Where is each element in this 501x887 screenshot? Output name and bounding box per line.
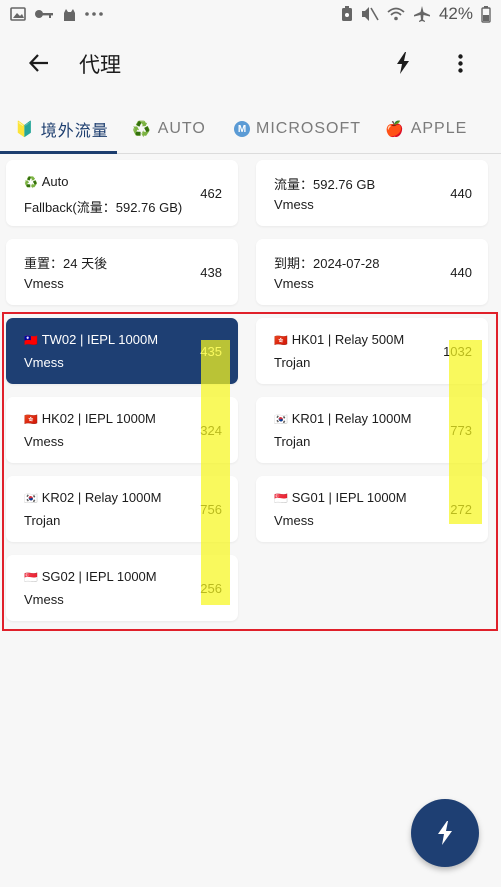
bolt-icon (397, 52, 409, 74)
proxy-name: 重置：24 天後 (24, 256, 108, 271)
microsoft-m-icon: M (234, 121, 250, 137)
speed-test-fab[interactable] (411, 799, 479, 867)
app-bar: 代理 (0, 28, 501, 96)
back-button[interactable] (24, 48, 54, 78)
tab-label: 境外流量 (40, 123, 109, 140)
status-left (10, 7, 103, 22)
proxy-name: ♻️ Auto (24, 174, 69, 189)
proxy-card-auto[interactable]: ♻️ Auto Fallback(流量：592.76 GB) 462 (6, 160, 238, 226)
tab-auto[interactable]: ♻️ AUTO (132, 104, 206, 154)
apple-icon: 🍎 (385, 121, 405, 138)
group-tabs: 🔰 境外流量 ♻️ AUTO M MICROSOFT 🍎 APPLE (0, 104, 501, 154)
beginner-icon: 🔰 (15, 121, 35, 138)
key-icon (34, 8, 54, 20)
page-title: 代理 (79, 54, 121, 77)
tab-apple[interactable]: 🍎 APPLE (385, 104, 467, 154)
proxy-type: Fallback(流量：592.76 GB) (24, 200, 183, 215)
proxy-latency: 440 (450, 265, 472, 280)
battery-percent: 42% (438, 4, 473, 23)
tab-label: APPLE (410, 120, 468, 137)
status-right: 42% (341, 4, 491, 24)
latency-test-button[interactable] (390, 48, 416, 78)
image-icon (10, 7, 26, 21)
mute-icon (361, 6, 379, 22)
tab-label: MICROSOFT (256, 120, 361, 137)
android-icon (62, 7, 77, 22)
recycle-icon: ♻️ (132, 121, 152, 138)
battery-icon (481, 5, 491, 23)
wifi-icon (387, 7, 405, 21)
recycle-icon: ♻️ (24, 177, 38, 189)
more-vert-icon (457, 53, 463, 73)
tab-overseas[interactable]: 🔰 境外流量 (15, 104, 109, 154)
more-notifications-icon (85, 11, 103, 17)
proxy-name: 流量：592.76 GB (274, 177, 376, 192)
tab-label: AUTO (157, 120, 206, 137)
proxy-type: Vmess (24, 276, 64, 291)
vpn-key-icon (341, 6, 353, 22)
proxy-type: Vmess (274, 276, 314, 291)
annotation-box (2, 312, 498, 631)
tab-microsoft[interactable]: M MICROSOFT (234, 104, 361, 154)
proxy-name: 到期：2024-07-28 (274, 256, 380, 271)
proxy-card-expiry[interactable]: 到期：2024-07-28 Vmess 440 (256, 239, 488, 305)
active-tab-indicator (0, 151, 117, 154)
proxy-latency: 462 (200, 186, 222, 201)
airplane-icon (413, 6, 431, 22)
proxy-type: Vmess (274, 197, 314, 212)
proxy-latency: 440 (450, 186, 472, 201)
more-options-button[interactable] (450, 48, 470, 78)
proxy-latency: 438 (200, 265, 222, 280)
bolt-icon (438, 821, 452, 845)
arrow-left-icon (29, 54, 48, 72)
proxy-card-reset[interactable]: 重置：24 天後 Vmess 438 (6, 239, 238, 305)
status-bar: 42% (0, 0, 501, 28)
proxy-card-traffic[interactable]: 流量：592.76 GB Vmess 440 (256, 160, 488, 226)
